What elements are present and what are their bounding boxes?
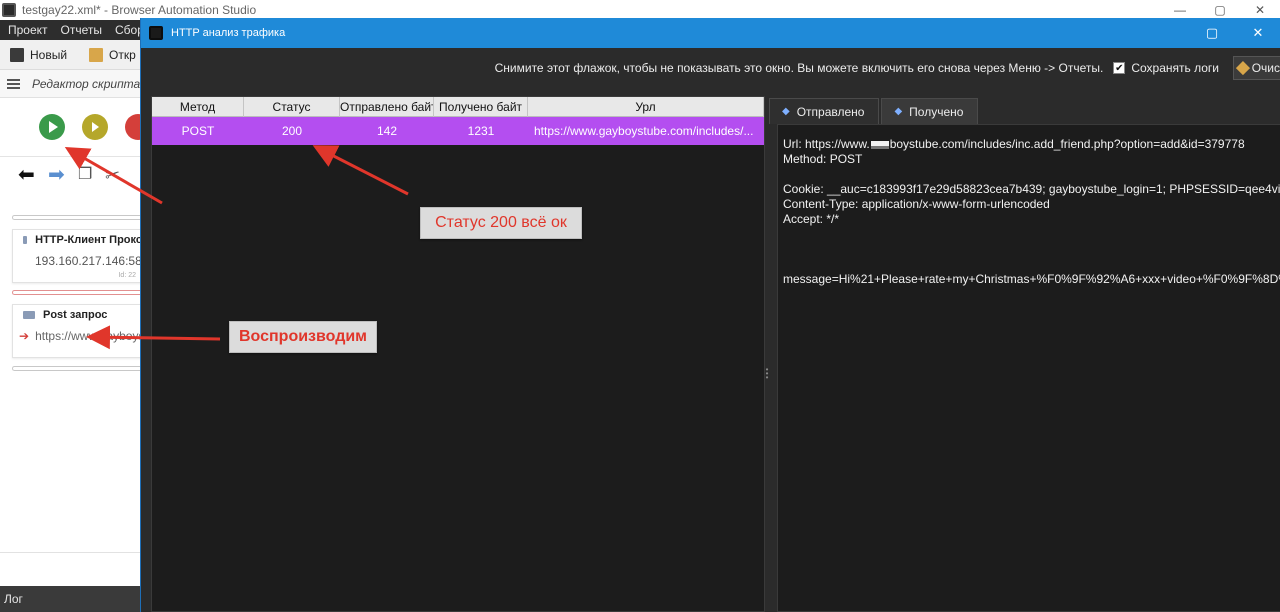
column-sent[interactable]: Отправлено байт (340, 97, 434, 117)
redo-icon[interactable]: ➡ (48, 165, 65, 185)
close-icon[interactable]: ✕ (1240, 0, 1280, 20)
action-card-title: HTTP-Клиент Прокс (35, 234, 142, 246)
clear-button-label: Очис (1251, 61, 1280, 75)
maximize-icon[interactable]: ▢ (1200, 0, 1240, 20)
scissors-icon[interactable]: ✂ (105, 165, 120, 185)
column-received[interactable]: Получено байт (434, 97, 528, 117)
action-card-id: Id: 22 (118, 272, 136, 279)
menu-reports[interactable]: Отчеты (53, 23, 107, 37)
column-method[interactable]: Метод (152, 97, 244, 117)
action-card-header: HTTP-Клиент Прокс (13, 230, 142, 250)
step-icon[interactable] (82, 114, 108, 140)
save-logs-label[interactable]: Сохранять логи (1131, 61, 1219, 75)
main-toolbar: Новый Откр (0, 40, 142, 70)
action-card-url: ➔ https://www.gayboys (13, 325, 142, 347)
notice-bar: Снимите этот флажок, чтобы не показывать… (141, 48, 1280, 88)
column-url[interactable]: Урл (528, 97, 764, 117)
cell-url: https://www.gayboystube.com/includes/... (534, 124, 754, 138)
http-analysis-dialog: HTTP анализ трафика ▢ ✕ Снимите этот фла… (140, 18, 1280, 612)
undo-icon[interactable]: ⬅ (18, 165, 35, 185)
screen: testgay22.xml* - Browser Automation Stud… (0, 0, 1280, 612)
open-button[interactable]: Откр (89, 47, 136, 62)
new-file-icon (10, 47, 24, 62)
new-button-label: Новый (30, 47, 68, 62)
action-separator (12, 215, 142, 220)
play-icon[interactable] (39, 114, 65, 140)
main-titlebar: testgay22.xml* - Browser Automation Stud… (0, 0, 1280, 20)
requests-table: Метод Статус Отправлено байт Получено ба… (151, 96, 765, 612)
main-menubar: Проект Отчеты Сбор (0, 20, 144, 40)
splitter-handle[interactable]: • • • (765, 366, 769, 382)
diamond-icon: ◆ (894, 106, 903, 117)
maximize-icon[interactable]: ▢ (1189, 18, 1235, 48)
table-header: Метод Статус Отправлено байт Получено ба… (152, 97, 764, 117)
action-card-proxy[interactable]: HTTP-Клиент Прокс 193.160.217.146:581 Id… (12, 229, 142, 283)
minimize-icon[interactable]: — (1160, 0, 1200, 20)
hamburger-icon[interactable] (7, 78, 20, 89)
run-controls (0, 100, 151, 156)
main-window-title: testgay22.xml* - Browser Automation Stud… (22, 3, 257, 17)
detail-spacer (783, 242, 1280, 257)
detail-spacer (783, 227, 1280, 242)
new-button[interactable]: Новый (10, 47, 68, 62)
cell-status: 200 (281, 124, 303, 138)
detail-url-prefix: Url: https://www. (783, 137, 870, 151)
detail-cookie: Cookie: __auc=c183993f17e29d58823cea7b43… (783, 182, 1280, 196)
copy-icon[interactable]: ❐ (78, 165, 92, 185)
detail-content-type: Content-Type: application/x-www-form-url… (783, 197, 1050, 211)
notice-text: Снимите этот флажок, чтобы не показывать… (494, 61, 1104, 75)
broom-icon (1235, 61, 1250, 75)
cell-sent: 142 (376, 124, 398, 138)
detail-method: Method: POST (783, 152, 863, 166)
app-icon (2, 3, 16, 17)
diamond-icon: ◆ (782, 106, 790, 117)
close-icon[interactable]: ✕ (1235, 18, 1280, 48)
redaction-mark (870, 140, 889, 149)
save-logs-checkbox[interactable]: ✔ (1113, 62, 1126, 74)
detail-spacer (783, 257, 1280, 272)
detail-tabs: ◆ Отправлено ◆ Получено (769, 98, 980, 124)
main-window-controls: — ▢ ✕ (1160, 0, 1280, 20)
detail-url: Url: https://www. boystube.com/includes/i… (783, 137, 1280, 152)
clear-button[interactable]: Очис (1233, 56, 1280, 80)
detail-body: message=Hi%21+Please+rate+my+Christmas+%… (783, 272, 1280, 286)
status-callout: Статус 200 всё ок (420, 207, 582, 239)
tab-sent-label: Отправлено (796, 104, 865, 119)
table-row[interactable]: POST 200 142 1231 https://www.gayboystub… (152, 117, 764, 145)
http-icon (23, 236, 28, 244)
column-status[interactable]: Статус (244, 97, 340, 117)
action-card-title: Post запрос (43, 309, 108, 321)
edit-controls: ⬅ ➡ ❐ ✂ (0, 156, 142, 192)
editor-title: Редактор скрипта (32, 76, 141, 91)
arrow-right-icon: ➔ (19, 329, 30, 343)
open-button-label: Откр (109, 47, 136, 62)
http-icon (23, 311, 35, 319)
action-card-value: 193.160.217.146:581 (35, 254, 142, 268)
request-detail: Url: https://www. boystube.com/includes/i… (777, 124, 1280, 612)
action-separator-active (12, 290, 142, 295)
action-card-header: Post запрос (13, 305, 142, 325)
action-separator (12, 366, 142, 371)
cell-received: 1231 (467, 124, 495, 138)
log-panel-label[interactable]: Лог (0, 586, 142, 612)
action-card-url-text: https://www.gayboys (35, 329, 142, 343)
tab-sent[interactable]: ◆ Отправлено (769, 98, 880, 124)
dialog-titlebar: HTTP анализ трафика ▢ ✕ (141, 18, 1280, 48)
tab-received-label: Получено (909, 104, 964, 119)
cell-method: POST (181, 124, 215, 138)
menu-project[interactable]: Проект (0, 23, 53, 37)
detail-accept: Accept: */* (783, 212, 840, 226)
dialog-title: HTTP анализ трафика (171, 27, 286, 39)
dialog-app-icon (149, 26, 163, 40)
folder-icon (89, 47, 104, 62)
editor-header: Редактор скрипта (0, 70, 142, 98)
action-card-post[interactable]: Post запрос ➔ https://www.gayboys (12, 304, 142, 358)
tab-received[interactable]: ◆ Получено (881, 98, 979, 124)
detail-spacer (783, 167, 1280, 182)
detail-url-suffix: boystube.com/includes/inc.add_friend.php… (889, 137, 1245, 151)
editor-footer (0, 552, 142, 586)
replay-callout: Воспроизводим (229, 321, 377, 353)
